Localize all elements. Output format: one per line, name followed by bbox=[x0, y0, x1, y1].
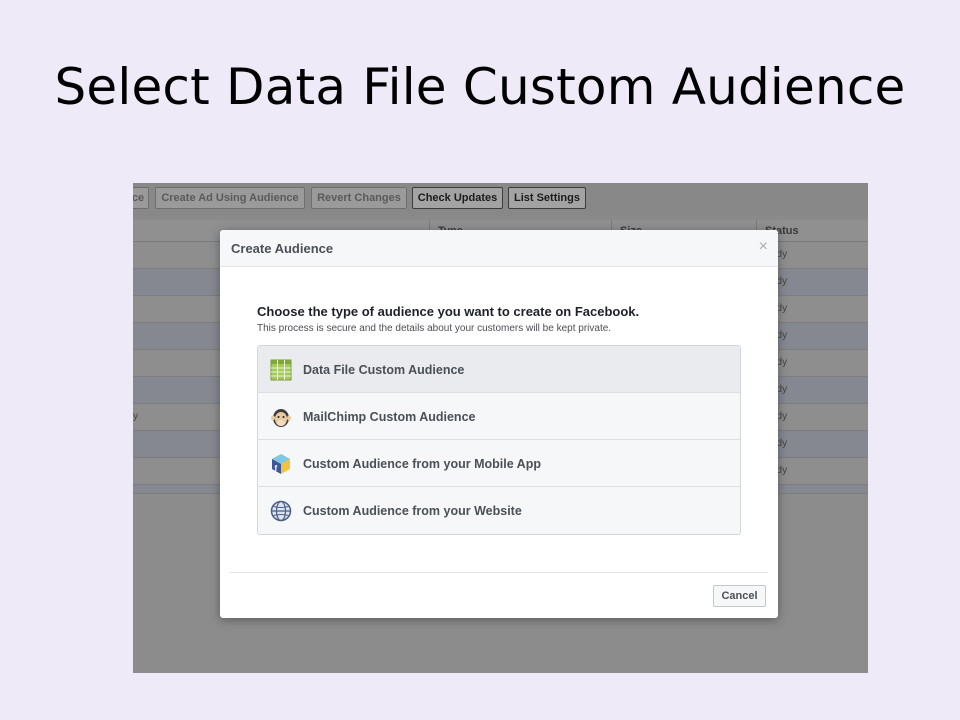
mobile-app-icon: f bbox=[270, 453, 292, 475]
audience-options-list: Data File Custom Audience MailChimp Cust… bbox=[257, 345, 741, 535]
close-icon[interactable]: × bbox=[759, 238, 768, 256]
list-settings-button[interactable]: List Settings bbox=[508, 187, 586, 209]
mailchimp-icon bbox=[270, 406, 292, 428]
create-audience-dialog: Create Audience × Choose the type of aud… bbox=[220, 230, 778, 618]
create-ad-using-audience-button[interactable]: Create Ad Using Audience bbox=[155, 187, 305, 209]
dialog-title: Create Audience bbox=[231, 241, 334, 256]
option-website-custom-audience[interactable]: Custom Audience from your Website bbox=[258, 487, 740, 534]
option-label: Custom Audience from your Mobile App bbox=[303, 457, 541, 471]
row-side-text: y bbox=[133, 411, 138, 422]
dialog-footer-divider bbox=[230, 572, 768, 573]
option-label: Custom Audience from your Website bbox=[303, 504, 522, 518]
check-updates-button[interactable]: Check Updates bbox=[412, 187, 503, 209]
svg-text:f: f bbox=[275, 464, 278, 473]
option-mobile-app-custom-audience[interactable]: f Custom Audience from your Mobile App bbox=[258, 440, 740, 487]
audience-toolbar: ce Create Ad Using Audience Revert Chang… bbox=[133, 183, 868, 216]
revert-changes-button[interactable]: Revert Changes bbox=[311, 187, 407, 209]
globe-icon bbox=[270, 500, 292, 522]
option-label: MailChimp Custom Audience bbox=[303, 410, 476, 424]
option-data-file-custom-audience[interactable]: Data File Custom Audience bbox=[258, 346, 740, 393]
option-label: Data File Custom Audience bbox=[303, 363, 465, 377]
spreadsheet-icon bbox=[270, 359, 292, 381]
dialog-header: Create Audience × bbox=[220, 230, 778, 267]
option-mailchimp-custom-audience[interactable]: MailChimp Custom Audience bbox=[258, 393, 740, 440]
privacy-note: This process is secure and the details a… bbox=[257, 323, 612, 334]
cancel-button[interactable]: Cancel bbox=[713, 585, 766, 607]
truncated-toolbar-button[interactable]: ce bbox=[133, 187, 149, 209]
slide-title: Select Data File Custom Audience bbox=[54, 58, 906, 116]
audience-type-prompt: Choose the type of audience you want to … bbox=[257, 304, 640, 319]
